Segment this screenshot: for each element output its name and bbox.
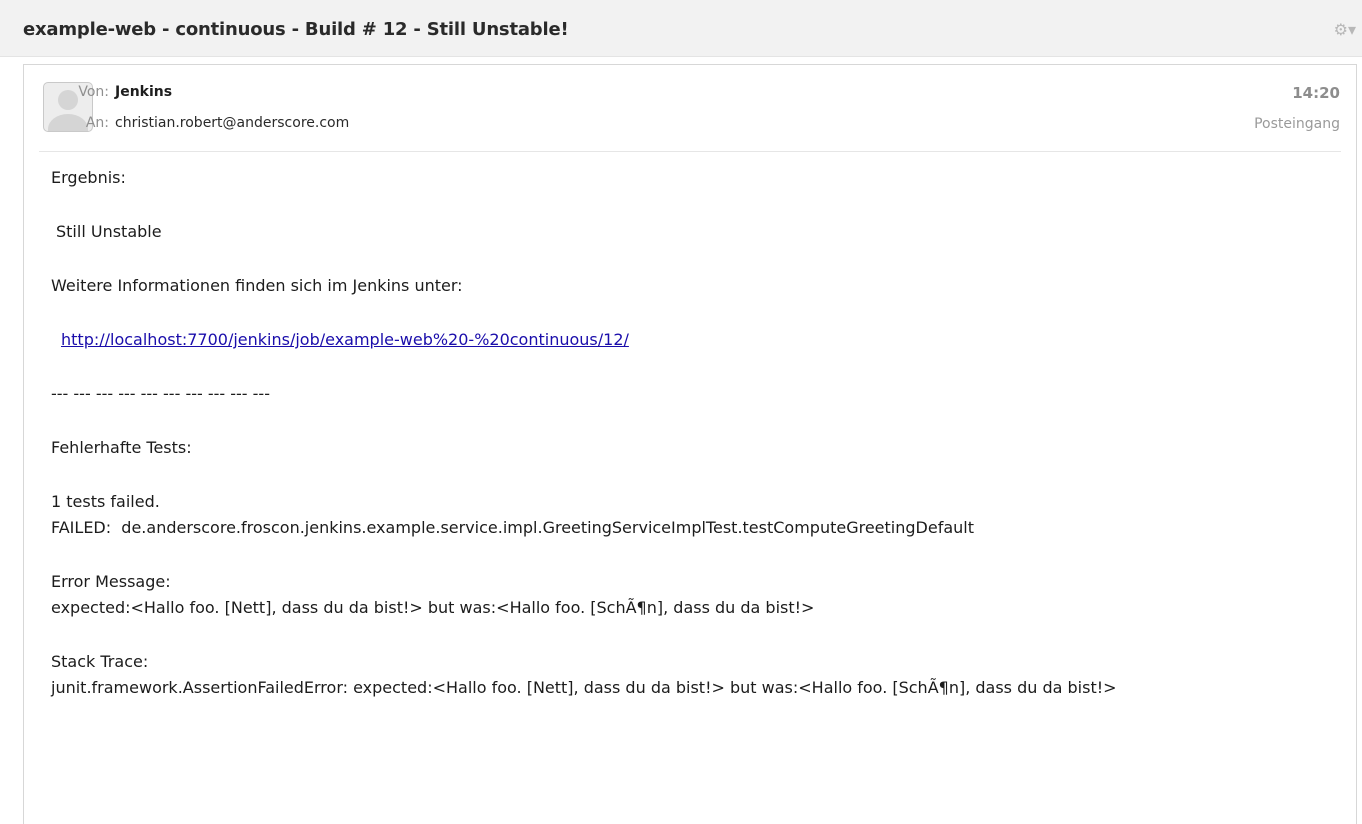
result-value: Still Unstable bbox=[56, 222, 162, 241]
failed-tests-heading: Fehlerhafte Tests: bbox=[51, 438, 192, 457]
folder-label[interactable]: Posteingang bbox=[1254, 116, 1340, 132]
to-label: An: bbox=[85, 115, 109, 131]
message-card: Von: Jenkins An: christian.robert@anders… bbox=[23, 64, 1357, 824]
failed-test-name: FAILED: de.anderscore.froscon.jenkins.ex… bbox=[51, 518, 974, 537]
message-subject: example-web - continuous - Build # 12 - … bbox=[23, 19, 569, 40]
info-text: Weitere Informationen finden sich im Jen… bbox=[51, 276, 463, 295]
jenkins-job-link[interactable]: http://localhost:7700/jenkins/job/exampl… bbox=[51, 330, 629, 349]
from-label: Von: bbox=[78, 84, 109, 100]
recipient-address[interactable]: christian.robert@anderscore.com bbox=[115, 115, 349, 131]
stack-trace-text: junit.framework.AssertionFailedError: ex… bbox=[51, 678, 1117, 697]
result-heading: Ergebnis: bbox=[51, 168, 126, 187]
sender-name[interactable]: Jenkins bbox=[115, 84, 172, 100]
message-header: Von: Jenkins An: christian.robert@anders… bbox=[24, 65, 1356, 151]
stack-trace-heading: Stack Trace: bbox=[51, 652, 149, 671]
message-time: 14:20 bbox=[1292, 84, 1340, 102]
header-divider bbox=[39, 151, 1341, 152]
error-message-heading: Error Message: bbox=[51, 572, 171, 591]
message-subject-bar: example-web - continuous - Build # 12 - … bbox=[0, 0, 1362, 57]
tests-failed-count: 1 tests failed. bbox=[51, 492, 160, 511]
separator-line: --- --- --- --- --- --- --- --- --- --- bbox=[51, 384, 270, 403]
message-body: Ergebnis: Still Unstable Weitere Informa… bbox=[51, 165, 1346, 701]
error-message-text: expected:<Hallo foo. [Nett], dass du da … bbox=[51, 598, 815, 617]
gear-icon[interactable]: ⚙▾ bbox=[1334, 20, 1356, 39]
